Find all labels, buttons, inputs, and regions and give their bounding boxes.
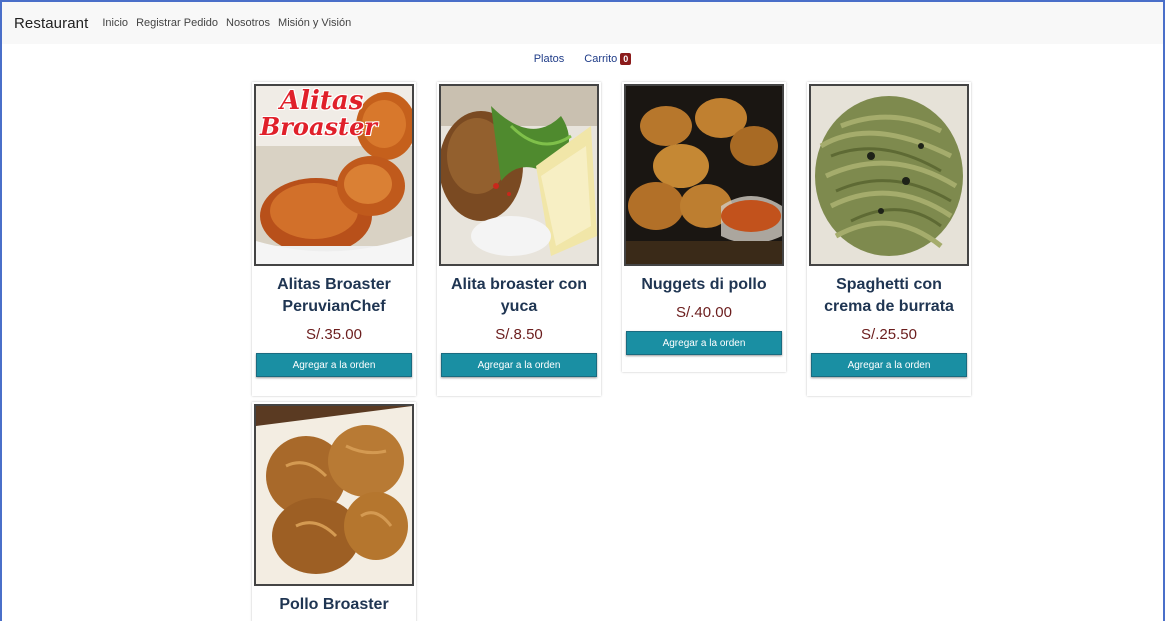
product-title-line: crema de burrata <box>824 298 954 315</box>
product-card: Alitas Broaster Alitas Broaster Peruvian… <box>252 82 416 396</box>
spaghetti-image <box>811 86 967 264</box>
nuggets-image <box>626 86 782 264</box>
nav-link-nosotros[interactable]: Nosotros <box>226 17 270 29</box>
product-title-line: PeruvianChef <box>282 298 386 315</box>
product-image-alitas-broaster: Alitas Broaster <box>254 84 414 266</box>
product-title: Pollo Broaster <box>252 594 416 616</box>
product-card: Nuggets di pollo S/.40.00 Agregar a la o… <box>622 82 786 372</box>
chicken-yuca-image <box>441 86 597 264</box>
logo-line-2: Broaster <box>260 112 377 141</box>
nav-link-mision-vision[interactable]: Misión y Visión <box>278 17 351 29</box>
pollo-broaster-image <box>256 406 412 584</box>
add-to-order-button[interactable]: Agregar a la orden <box>626 331 782 355</box>
add-to-order-button[interactable]: Agregar a la orden <box>256 353 412 377</box>
product-image-pollo-broaster <box>254 404 414 586</box>
brand-link[interactable]: Restaurant <box>14 15 88 32</box>
product-card: Spaghetti con crema de burrata S/.25.50 … <box>807 82 971 396</box>
product-title: Spaghetti con crema de burrata <box>807 274 971 318</box>
product-title-line: Pollo Broaster <box>279 596 389 613</box>
product-image-nuggets <box>624 84 784 266</box>
product-card: Pollo Broaster <box>252 402 416 621</box>
product-title-line: Alitas Broaster <box>277 276 391 293</box>
tab-carrito[interactable]: Carrito 0 <box>584 53 632 65</box>
product-price: S/.35.00 <box>306 326 362 343</box>
product-title-line: Alita broaster con <box>450 276 588 293</box>
product-image-spaghetti <box>809 84 969 266</box>
product-title-line: Spaghetti con <box>836 276 942 293</box>
product-price: S/.40.00 <box>676 304 732 321</box>
cart-count-badge: 0 <box>620 53 632 65</box>
add-to-order-button[interactable]: Agregar a la orden <box>441 353 597 377</box>
add-to-order-button[interactable]: Agregar a la orden <box>811 353 967 377</box>
nav-link-inicio[interactable]: Inicio <box>102 17 128 29</box>
product-price: S/.25.50 <box>861 326 917 343</box>
product-title-line: yuca <box>500 298 538 315</box>
product-title: Nuggets di pollo <box>622 274 786 296</box>
logo-line-1: Alitas <box>280 86 364 116</box>
browser-frame: Restaurant Inicio Registrar Pedido Nosot… <box>0 0 1165 621</box>
tab-platos[interactable]: Platos <box>534 53 565 65</box>
product-card: Alita broaster con yuca S/.8.50 Agregar … <box>437 82 601 396</box>
product-title: Alitas Broaster PeruvianChef <box>252 274 416 318</box>
product-title-line: Nuggets di pollo <box>641 276 767 293</box>
nav-link-registrar-pedido[interactable]: Registrar Pedido <box>136 17 218 29</box>
subnav: Platos Carrito 0 <box>2 46 1163 72</box>
product-title: Alita broaster con yuca <box>437 274 601 318</box>
navbar: Restaurant Inicio Registrar Pedido Nosot… <box>2 2 1163 44</box>
product-image-alita-yuca <box>439 84 599 266</box>
product-price: S/.8.50 <box>495 326 543 343</box>
carrito-label: Carrito <box>584 53 618 65</box>
